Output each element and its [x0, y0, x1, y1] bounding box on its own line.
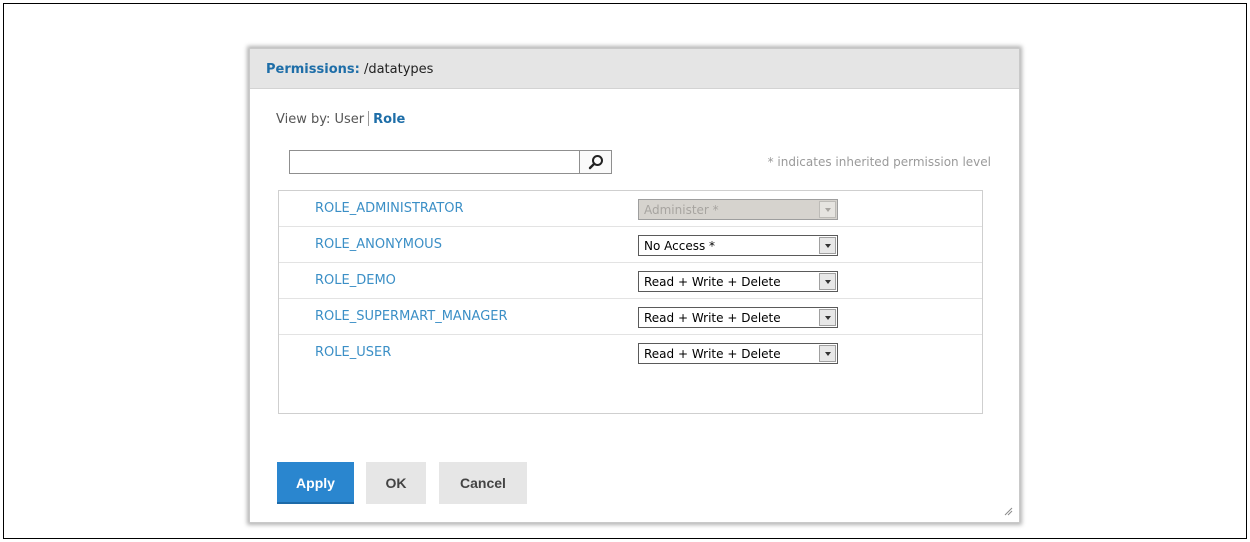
permission-select[interactable]: Read + Write + Delete [638, 271, 838, 292]
chevron-down-icon [819, 201, 836, 218]
permission-value: Read + Write + Delete [644, 275, 781, 289]
role-name[interactable]: ROLE_ADMINISTRATOR [315, 201, 464, 216]
permission-value: No Access * [644, 239, 716, 253]
permission-select: Administer * [638, 199, 838, 220]
permissions-dialog: Permissions: /datatypes View by: User Rol… [249, 48, 1020, 523]
permission-value: Read + Write + Delete [644, 311, 781, 325]
chevron-down-icon[interactable] [819, 345, 836, 362]
chevron-down-icon[interactable] [819, 309, 836, 326]
search-box [289, 150, 612, 174]
search-input[interactable] [290, 151, 579, 173]
dialog-title: Permissions: /datatypes [266, 62, 433, 77]
dialog-title-path: /datatypes [363, 62, 434, 77]
role-name[interactable]: ROLE_SUPERMART_MANAGER [315, 309, 508, 324]
list-item: ROLE_SUPERMART_MANAGER Read + Write + De… [279, 299, 982, 335]
chevron-down-icon[interactable] [819, 273, 836, 290]
permission-select[interactable]: No Access * [638, 235, 838, 256]
window-frame: Permissions: /datatypes View by: User Rol… [3, 3, 1247, 539]
role-name[interactable]: ROLE_ANONYMOUS [315, 237, 442, 252]
role-name[interactable]: ROLE_DEMO [315, 273, 396, 288]
dialog-header: Permissions: /datatypes [250, 49, 1019, 89]
permission-value: Read + Write + Delete [644, 347, 781, 361]
search-icon [588, 155, 603, 170]
role-list: ROLE_ADMINISTRATOR Administer * ROLE_ANO… [278, 190, 983, 414]
resize-grip-icon[interactable] [1003, 506, 1013, 516]
inherited-hint: * indicates inherited permission level [767, 155, 991, 169]
chevron-down-icon[interactable] [819, 237, 836, 254]
list-item: ROLE_ANONYMOUS No Access * [279, 227, 982, 263]
role-name[interactable]: ROLE_USER [315, 345, 391, 360]
view-by-divider [368, 111, 370, 126]
list-item: ROLE_DEMO Read + Write + Delete [279, 263, 982, 299]
permission-select[interactable]: Read + Write + Delete [638, 343, 838, 364]
view-by-role-link[interactable]: Role [373, 112, 405, 127]
apply-button[interactable]: Apply [277, 462, 354, 504]
view-by-switch: View by: User Role [276, 111, 405, 127]
list-item: ROLE_ADMINISTRATOR Administer * [279, 191, 982, 227]
search-button[interactable] [579, 151, 611, 173]
view-by-label: View by: [276, 112, 331, 127]
view-by-user-link[interactable]: User [335, 112, 365, 127]
ok-button[interactable]: OK [366, 462, 426, 504]
dialog-title-prefix: Permissions: [266, 62, 360, 77]
list-item: ROLE_USER Read + Write + Delete [279, 335, 982, 371]
cancel-button[interactable]: Cancel [439, 462, 527, 504]
permission-select[interactable]: Read + Write + Delete [638, 307, 838, 328]
permission-value: Administer * [644, 203, 719, 217]
